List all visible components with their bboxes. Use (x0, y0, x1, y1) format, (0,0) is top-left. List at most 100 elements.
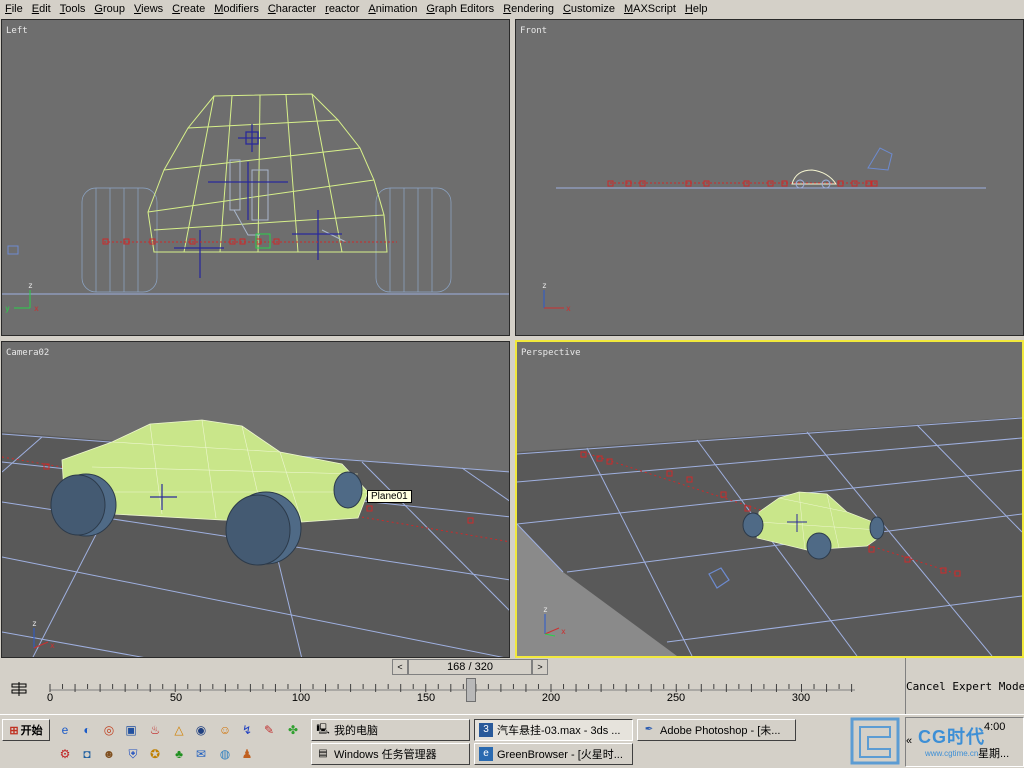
task-manager-icon: ▤ (318, 748, 328, 759)
perspective-view-canvas: z x (517, 342, 1022, 656)
cancel-expert-mode-button[interactable]: Cancel Expert Mode (906, 680, 1024, 693)
menu-character[interactable]: Character (263, 3, 320, 15)
computer-icon: 🖳 (316, 724, 330, 735)
tray-expand-button[interactable]: « (906, 735, 912, 747)
time-slider-next-button[interactable]: > (532, 659, 548, 675)
person-quicklaunch-icon[interactable]: ♟ (238, 745, 256, 763)
tick-label: 250 (666, 692, 686, 704)
badge-quicklaunch-icon[interactable]: ✪ (146, 745, 164, 763)
viewport-area: Left z y x Front z x Camera02 z x Plane0… (0, 17, 1024, 658)
wheel-front-left (806, 532, 832, 560)
menu-graph-editors[interactable]: Graph Editors (421, 3, 498, 15)
tray-clock[interactable]: 4:00 (984, 721, 1005, 733)
menu-reactor[interactable]: reactor (320, 3, 363, 15)
task-label: 汽车悬挂-03.max - 3ds ... (497, 725, 621, 737)
time-slider-thumb[interactable]: 168 / 320 (408, 659, 532, 675)
tick-label: 0 (46, 692, 54, 704)
menu-animation[interactable]: Animation (363, 3, 421, 15)
camera-icon (7, 245, 19, 255)
left-view-canvas: z y x (2, 93, 509, 313)
browser-quicklaunch-icon[interactable]: ◐ (78, 721, 96, 739)
viewport-label[interactable]: Left (6, 26, 28, 36)
watermark-url: www.cgtime.cn (925, 749, 979, 758)
triangle-quicklaunch-icon[interactable]: △ (170, 721, 188, 739)
tick-label: 150 (416, 692, 436, 704)
paint-quicklaunch-icon[interactable]: ✎ (260, 721, 278, 739)
svg-text:x: x (34, 304, 39, 313)
menu-edit[interactable]: Edit (27, 3, 55, 15)
chat-quicklaunch-icon[interactable]: ✉ (192, 745, 210, 763)
svg-text:x: x (561, 627, 566, 636)
menu-tools[interactable]: Tools (55, 3, 90, 15)
tools-quicklaunch-icon[interactable]: ♨ (146, 721, 164, 739)
viewport-perspective[interactable]: Perspective z x (515, 340, 1024, 658)
windows-taskbar: ⊞ 开始 e ◐ ◎ ▣ ♨ △ ◉ ☺ ↯ ✎ ✤ ⚙ ◘ ☻ ⛨ ✪ ♣ ✉… (0, 714, 1024, 768)
menu-modifiers[interactable]: Modifiers (209, 3, 263, 15)
svg-text:x: x (566, 304, 571, 313)
svg-text:y: y (5, 304, 10, 313)
arrow-quicklaunch-icon[interactable]: ↯ (238, 721, 256, 739)
settings-quicklaunch-icon[interactable]: ⚙ (56, 745, 74, 763)
task-my-computer[interactable]: 🖳 我的电脑 (311, 719, 470, 741)
photoshop-icon: ✒ (644, 724, 654, 735)
tick-label: 100 (291, 692, 311, 704)
puzzle-quicklaunch-icon[interactable]: ✤ (284, 721, 302, 739)
wheel-left-wireframe (81, 187, 158, 293)
tick-label: 200 (541, 692, 561, 704)
menu-group[interactable]: Group (89, 3, 129, 15)
tree-quicklaunch-icon[interactable]: ♣ (170, 745, 188, 763)
globe-quicklaunch-icon[interactable]: ◍ (216, 745, 234, 763)
start-button[interactable]: ⊞ 开始 (2, 719, 50, 741)
viewport-label[interactable]: Perspective (521, 348, 581, 358)
time-slider-prev-button[interactable]: < (392, 659, 408, 675)
app-quicklaunch-icon[interactable]: ◎ (100, 721, 118, 739)
time-slider[interactable]: < 168 / 320 > (0, 658, 905, 676)
svg-text:z: z (543, 605, 548, 614)
disk-quicklaunch-icon[interactable]: ◘ (78, 745, 96, 763)
viewport-camera02[interactable]: Camera02 z x Plane01 (1, 341, 510, 658)
svg-text:z: z (32, 619, 37, 628)
wheel-front-right (869, 516, 885, 540)
task-label: GreenBrowser - [火星时... (497, 749, 623, 761)
task-label: 我的电脑 (334, 725, 378, 737)
tray-weekday: 星期... (978, 748, 1010, 760)
menu-rendering[interactable]: Rendering (498, 3, 558, 15)
user-quicklaunch-icon[interactable]: ☻ (100, 745, 118, 763)
viewport-label[interactable]: Front (520, 26, 547, 36)
axis-tripod: z x (542, 281, 571, 313)
camera-view-canvas: z x (2, 342, 509, 657)
wheel-front-right (333, 471, 363, 509)
wheel-right-wireframe (375, 187, 452, 293)
viewport-front[interactable]: Front z x (515, 19, 1024, 336)
3dsmax-desktop: File Edit Tools Group Views Create Modif… (0, 0, 1024, 768)
3dsmax-icon: 3 (479, 723, 493, 737)
task-greenbrowser[interactable]: e GreenBrowser - [火星时... (474, 743, 633, 765)
menu-file[interactable]: File (0, 3, 27, 15)
viewport-label[interactable]: Camera02 (6, 348, 49, 358)
frame-cursor[interactable] (465, 678, 476, 702)
track-ruler (49, 684, 855, 692)
tick-label: 300 (791, 692, 811, 704)
ie-icon[interactable]: e (56, 721, 74, 739)
window-quicklaunch-icon[interactable]: ▣ (122, 721, 140, 739)
shield-quicklaunch-icon[interactable]: ⛨ (124, 745, 142, 763)
task-task-manager[interactable]: ▤ Windows 任务管理器 (311, 743, 470, 765)
menu-customize[interactable]: Customize (558, 3, 619, 15)
task-photoshop[interactable]: ✒ Adobe Photoshop - [未... (637, 719, 796, 741)
tick-label: 50 (169, 692, 183, 704)
browser-icon: e (479, 747, 493, 761)
task-3dsmax[interactable]: 3 汽车悬挂-03.max - 3ds ... (474, 719, 633, 741)
track-bar[interactable]: 0 50 100 150 200 250 300 (0, 676, 905, 714)
menu-create[interactable]: Create (167, 3, 209, 15)
messenger-quicklaunch-icon[interactable]: ☺ (216, 721, 234, 739)
menu-maxscript[interactable]: MAXScript (619, 3, 680, 15)
wheel-rear-left (742, 512, 764, 538)
media-quicklaunch-icon[interactable]: ◉ (192, 721, 210, 739)
task-label: Windows 任务管理器 (334, 749, 437, 761)
menu-views[interactable]: Views (129, 3, 167, 15)
viewport-left[interactable]: Left z y x (1, 19, 510, 336)
status-panel: Cancel Expert Mode (905, 658, 1024, 714)
object-tooltip: Plane01 (367, 490, 412, 503)
menu-help[interactable]: Help (680, 3, 712, 15)
start-label: 开始 (20, 725, 43, 737)
